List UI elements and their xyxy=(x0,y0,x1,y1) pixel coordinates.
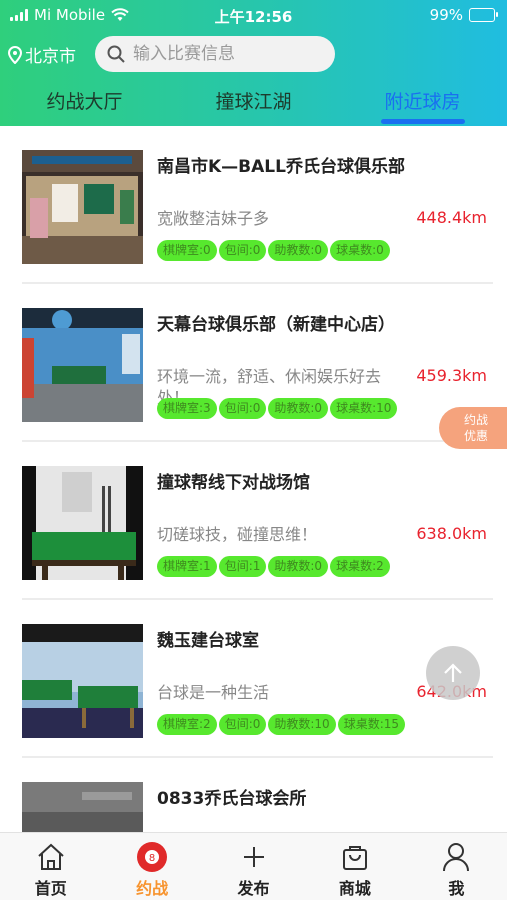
nav-label: 我 xyxy=(448,879,465,898)
tag-coaches: 助教数:0 xyxy=(268,556,329,577)
nav-label: 商城 xyxy=(338,879,371,898)
venue-card[interactable]: 南昌市K—BALL乔氏台球俱乐部 宽敞整洁妹子多 448.4km 棋牌室:0 包… xyxy=(0,126,507,284)
venue-name: 天幕台球俱乐部（新建中心店） xyxy=(157,315,395,335)
venue-distance: 638.0km xyxy=(416,524,487,543)
tag-chess-rooms: 棋牌室:3 xyxy=(157,398,217,419)
tag-coaches: 助教数:0 xyxy=(268,398,329,419)
search-icon xyxy=(107,45,125,63)
city-label: 北京市 xyxy=(25,47,76,67)
tag-private-rooms: 包间:0 xyxy=(218,240,267,261)
tag-chess-rooms: 棋牌室:0 xyxy=(157,240,217,261)
user-icon xyxy=(440,841,472,873)
promo-line2: 优惠 xyxy=(463,429,488,443)
venue-card[interactable]: 撞球帮线下对战场馆 切磋球技，碰撞思维！ 638.0km 棋牌室:1 包间:1 … xyxy=(0,442,507,600)
venue-name: 魏玉建台球室 xyxy=(157,631,259,651)
nav-battle[interactable]: 8 约战 xyxy=(101,833,202,900)
location-pin-icon xyxy=(8,45,22,64)
scroll-to-top-button[interactable] xyxy=(426,646,480,700)
tab-active-indicator xyxy=(380,119,465,124)
venue-distance: 459.3km xyxy=(416,366,487,385)
tab-battle-hall[interactable]: 约战大厅 xyxy=(0,82,169,126)
venue-tags: 棋牌室:0 包间:0 助教数:0 球桌数:0 xyxy=(157,240,390,261)
bottom-nav: 首页 8 约战 发布 商城 我 xyxy=(0,832,507,900)
tag-tables: 球桌数:15 xyxy=(337,714,406,735)
status-right: 99% xyxy=(429,6,498,24)
tab-label: 撞球江湖 xyxy=(215,91,292,113)
tag-tables: 球桌数:0 xyxy=(330,240,390,261)
battery-icon xyxy=(469,8,498,22)
nav-mall[interactable]: 商城 xyxy=(304,833,405,900)
tab-nearby-halls[interactable]: 附近球房 xyxy=(338,82,507,126)
status-bar: Mi Mobile 上午12:56 99% xyxy=(0,0,507,30)
venue-description: 台球是一种生活 xyxy=(157,683,270,702)
venue-photo xyxy=(22,308,143,422)
tab-billiards-world[interactable]: 撞球江湖 xyxy=(169,82,338,126)
venue-photo xyxy=(22,782,143,832)
plus-icon xyxy=(238,841,270,873)
venue-tags: 棋牌室:1 包间:1 助教数:0 球桌数:2 xyxy=(157,556,390,577)
billiard-ball-icon: 8 xyxy=(136,841,168,873)
nav-label: 约战 xyxy=(136,879,169,898)
tag-coaches: 助教数:0 xyxy=(268,240,329,261)
tag-chess-rooms: 棋牌室:2 xyxy=(157,714,217,735)
arrow-up-icon xyxy=(444,663,462,682)
svg-text:8: 8 xyxy=(149,853,155,864)
tag-coaches: 助教数:10 xyxy=(268,714,336,735)
venue-distance: 448.4km xyxy=(416,208,487,227)
tab-label: 约战大厅 xyxy=(46,91,123,113)
venue-tags: 棋牌室:2 包间:0 助教数:10 球桌数:15 xyxy=(157,714,406,735)
venue-photo xyxy=(22,624,143,738)
venue-name: 南昌市K—BALL乔氏台球俱乐部 xyxy=(157,157,405,177)
tag-private-rooms: 包间:0 xyxy=(218,398,267,419)
venue-tags: 棋牌室:3 包间:0 助教数:0 球桌数:10 xyxy=(157,398,398,419)
venue-description: 切磋球技，碰撞思维！ xyxy=(157,525,318,544)
tab-label: 附近球房 xyxy=(384,91,461,113)
nav-home[interactable]: 首页 xyxy=(0,833,101,900)
city-selector[interactable]: 北京市 xyxy=(8,42,76,67)
search-input[interactable] xyxy=(133,44,323,64)
nav-me[interactable]: 我 xyxy=(406,833,507,900)
tag-private-rooms: 包间:0 xyxy=(218,714,267,735)
venue-name: 撞球帮线下对战场馆 xyxy=(157,473,310,493)
tab-bar: 约战大厅 撞球江湖 附近球房 xyxy=(0,82,507,126)
tag-private-rooms: 包间:1 xyxy=(218,556,267,577)
home-icon xyxy=(35,841,67,873)
nav-label: 发布 xyxy=(237,879,270,898)
venue-list[interactable]: 南昌市K—BALL乔氏台球俱乐部 宽敞整洁妹子多 448.4km 棋牌室:0 包… xyxy=(0,126,507,832)
tag-tables: 球桌数:10 xyxy=(330,398,398,419)
search-box[interactable] xyxy=(95,36,335,72)
promo-badge[interactable]: 约战 优惠 xyxy=(439,407,507,449)
nav-label: 首页 xyxy=(34,879,67,898)
header: Mi Mobile 上午12:56 99% 北京市 约战大厅 撞球江湖 附近球房 xyxy=(0,0,507,126)
venue-photo xyxy=(22,466,143,580)
venue-card[interactable]: 0833乔氏台球会所 xyxy=(0,758,507,832)
venue-card[interactable]: 天幕台球俱乐部（新建中心店） 环境一流，舒适、休闲娱乐好去处！ 459.3km … xyxy=(0,284,507,442)
shopping-bag-icon xyxy=(339,841,371,873)
venue-name: 0833乔氏台球会所 xyxy=(157,789,307,809)
venue-photo xyxy=(22,150,143,264)
tag-tables: 球桌数:2 xyxy=(330,556,390,577)
promo-line1: 约战 xyxy=(463,413,488,427)
tag-chess-rooms: 棋牌室:1 xyxy=(157,556,217,577)
battery-percent: 99% xyxy=(429,6,463,24)
nav-publish[interactable]: 发布 xyxy=(203,833,304,900)
venue-description: 宽敞整洁妹子多 xyxy=(157,209,270,228)
